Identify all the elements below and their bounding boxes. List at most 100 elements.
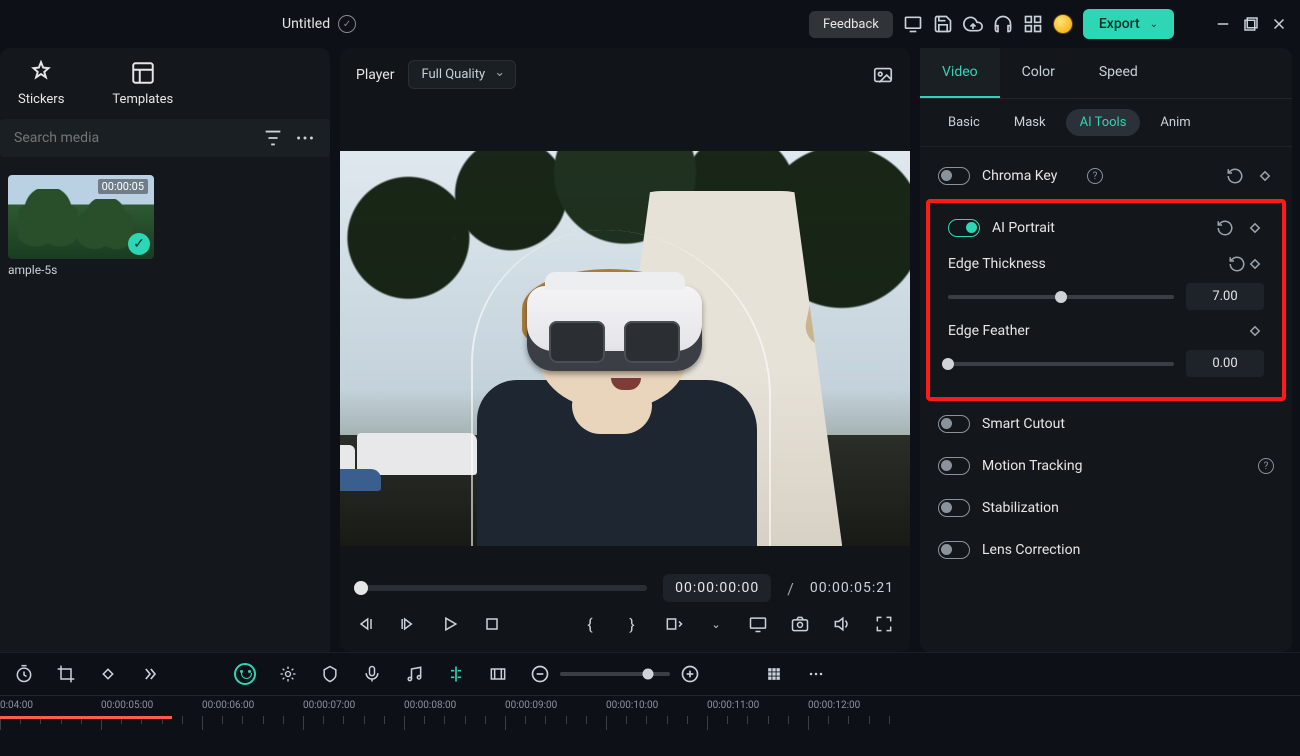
ruler-mark: 00:00:05:00 bbox=[101, 700, 202, 711]
mic-icon[interactable] bbox=[362, 664, 382, 684]
subtab-basic[interactable]: Basic bbox=[934, 109, 994, 136]
clip-duration: 00:00:05 bbox=[98, 179, 148, 194]
cloud-icon[interactable] bbox=[963, 14, 983, 34]
keyframe-icon[interactable] bbox=[1256, 167, 1274, 185]
value-edge-thickness[interactable]: 7.00 bbox=[1186, 283, 1264, 310]
keyframe-icon[interactable] bbox=[1246, 255, 1264, 273]
music-icon[interactable] bbox=[404, 664, 424, 684]
split-icon[interactable] bbox=[446, 664, 466, 684]
toggle-smart-cutout[interactable] bbox=[938, 415, 970, 433]
tab-templates[interactable]: Templates bbox=[112, 60, 173, 107]
value-edge-feather[interactable]: 0.00 bbox=[1186, 350, 1264, 377]
zoom-in-icon[interactable] bbox=[680, 664, 700, 684]
ruler-mark: 0:04:00 bbox=[0, 700, 101, 711]
more-chevrons-icon[interactable] bbox=[140, 664, 160, 684]
keyframe-icon[interactable] bbox=[1246, 322, 1264, 340]
stickers-icon bbox=[28, 60, 54, 86]
reset-icon[interactable] bbox=[1216, 219, 1234, 237]
row-motion-tracking: Motion Tracking ? bbox=[920, 445, 1292, 487]
filter-icon[interactable] bbox=[262, 127, 284, 149]
fullscreen-icon[interactable] bbox=[874, 614, 894, 634]
reset-icon[interactable] bbox=[1226, 167, 1244, 185]
prev-frame-icon[interactable] bbox=[356, 614, 376, 634]
theme-sun-icon[interactable] bbox=[1053, 14, 1073, 34]
subtab-ai-tools[interactable]: AI Tools bbox=[1066, 109, 1141, 136]
timer-icon[interactable] bbox=[14, 664, 34, 684]
video-preview[interactable] bbox=[340, 151, 910, 546]
save-icon[interactable] bbox=[933, 14, 953, 34]
snapshot-image-icon[interactable] bbox=[872, 64, 894, 86]
label-chroma-key: Chroma Key bbox=[982, 168, 1081, 184]
row-chroma-key: Chroma Key ? bbox=[920, 155, 1292, 197]
slider-edge-feather[interactable] bbox=[948, 362, 1174, 366]
label-edge-feather: Edge Feather bbox=[948, 323, 1246, 339]
topbar: Untitled ✓ Feedback Export⌄ bbox=[0, 0, 1300, 48]
info-icon[interactable]: ? bbox=[1258, 458, 1274, 474]
window-close-icon[interactable] bbox=[1270, 15, 1288, 33]
label-motion-tracking: Motion Tracking bbox=[982, 458, 1252, 474]
media-clip[interactable]: 00:00:05 ✓ ample-5s bbox=[8, 175, 154, 277]
toggle-ai-portrait[interactable] bbox=[948, 219, 980, 237]
info-icon[interactable]: ? bbox=[1087, 168, 1103, 184]
aspect-icon[interactable] bbox=[664, 614, 684, 634]
track-layers-icon[interactable] bbox=[764, 664, 784, 684]
document-title: Untitled bbox=[282, 16, 330, 32]
display-icon[interactable] bbox=[903, 14, 923, 34]
tc-separator: / bbox=[787, 579, 794, 598]
toggle-chroma-key[interactable] bbox=[938, 167, 970, 185]
brace-left-icon[interactable]: { bbox=[580, 614, 600, 634]
chevron-down-icon: ⌄ bbox=[1150, 19, 1158, 30]
export-button[interactable]: Export ⌄ bbox=[1083, 9, 1174, 39]
display-out-icon[interactable] bbox=[748, 614, 768, 634]
zoom-control bbox=[530, 664, 700, 684]
brace-right-icon[interactable]: } bbox=[622, 614, 642, 634]
tab-speed[interactable]: Speed bbox=[1077, 48, 1160, 98]
marker-icon[interactable] bbox=[320, 664, 340, 684]
ruler-mark: 00:00:12:00 bbox=[808, 700, 909, 711]
block-edge-feather: Edge Feather 0.00 bbox=[930, 316, 1282, 383]
speed-icon[interactable] bbox=[98, 664, 118, 684]
zoom-slider[interactable] bbox=[560, 672, 670, 676]
scrub-bar[interactable] bbox=[356, 585, 647, 591]
frame-icon[interactable] bbox=[488, 664, 508, 684]
toggle-stabilization[interactable] bbox=[938, 499, 970, 517]
stop-icon[interactable] bbox=[482, 614, 502, 634]
overflow-icon[interactable] bbox=[806, 664, 826, 684]
step-back-icon[interactable] bbox=[398, 614, 418, 634]
feedback-button[interactable]: Feedback bbox=[809, 11, 893, 38]
tab-video[interactable]: Video bbox=[920, 48, 1000, 98]
chevron-down-icon[interactable]: ⌄ bbox=[706, 614, 726, 634]
more-icon[interactable] bbox=[294, 127, 316, 149]
tab-stickers[interactable]: Stickers bbox=[18, 60, 64, 107]
apps-grid-icon[interactable] bbox=[1023, 14, 1043, 34]
face-effects-icon[interactable] bbox=[234, 663, 256, 685]
slider-edge-thickness[interactable] bbox=[948, 295, 1174, 299]
window-maximize-icon[interactable] bbox=[1242, 15, 1260, 33]
ruler-mark: 00:00:11:00 bbox=[707, 700, 808, 711]
headphones-icon[interactable] bbox=[993, 14, 1013, 34]
crop-icon[interactable] bbox=[56, 664, 76, 684]
label-stabilization: Stabilization bbox=[982, 500, 1274, 516]
row-lens-correction: Lens Correction bbox=[920, 529, 1292, 571]
search-input[interactable] bbox=[14, 130, 252, 146]
scrub-playhead[interactable] bbox=[354, 581, 368, 595]
play-icon[interactable] bbox=[440, 614, 460, 634]
subtab-anim[interactable]: Anim bbox=[1146, 109, 1204, 136]
toggle-lens-correction[interactable] bbox=[938, 541, 970, 559]
inspector-panel: Video Color Speed Basic Mask AI Tools An… bbox=[920, 48, 1292, 652]
quality-select[interactable]: Full Quality bbox=[408, 60, 516, 89]
sparkle-icon[interactable] bbox=[278, 664, 298, 684]
media-thumbnail: 00:00:05 ✓ bbox=[8, 175, 154, 259]
toggle-motion-tracking[interactable] bbox=[938, 457, 970, 475]
window-minimize-icon[interactable] bbox=[1214, 15, 1232, 33]
label-smart-cutout: Smart Cutout bbox=[982, 416, 1274, 432]
volume-icon[interactable] bbox=[832, 614, 852, 634]
zoom-out-icon[interactable] bbox=[530, 664, 550, 684]
subtab-mask[interactable]: Mask bbox=[1000, 109, 1060, 136]
export-label: Export bbox=[1099, 16, 1140, 32]
timeline-ruler[interactable]: 0:04:00 00:00:05:00 00:00:06:00 00:00:07… bbox=[0, 695, 1300, 756]
keyframe-icon[interactable] bbox=[1246, 219, 1264, 237]
camera-icon[interactable] bbox=[790, 614, 810, 634]
player-label: Player bbox=[356, 67, 394, 83]
tab-color[interactable]: Color bbox=[1000, 48, 1077, 98]
